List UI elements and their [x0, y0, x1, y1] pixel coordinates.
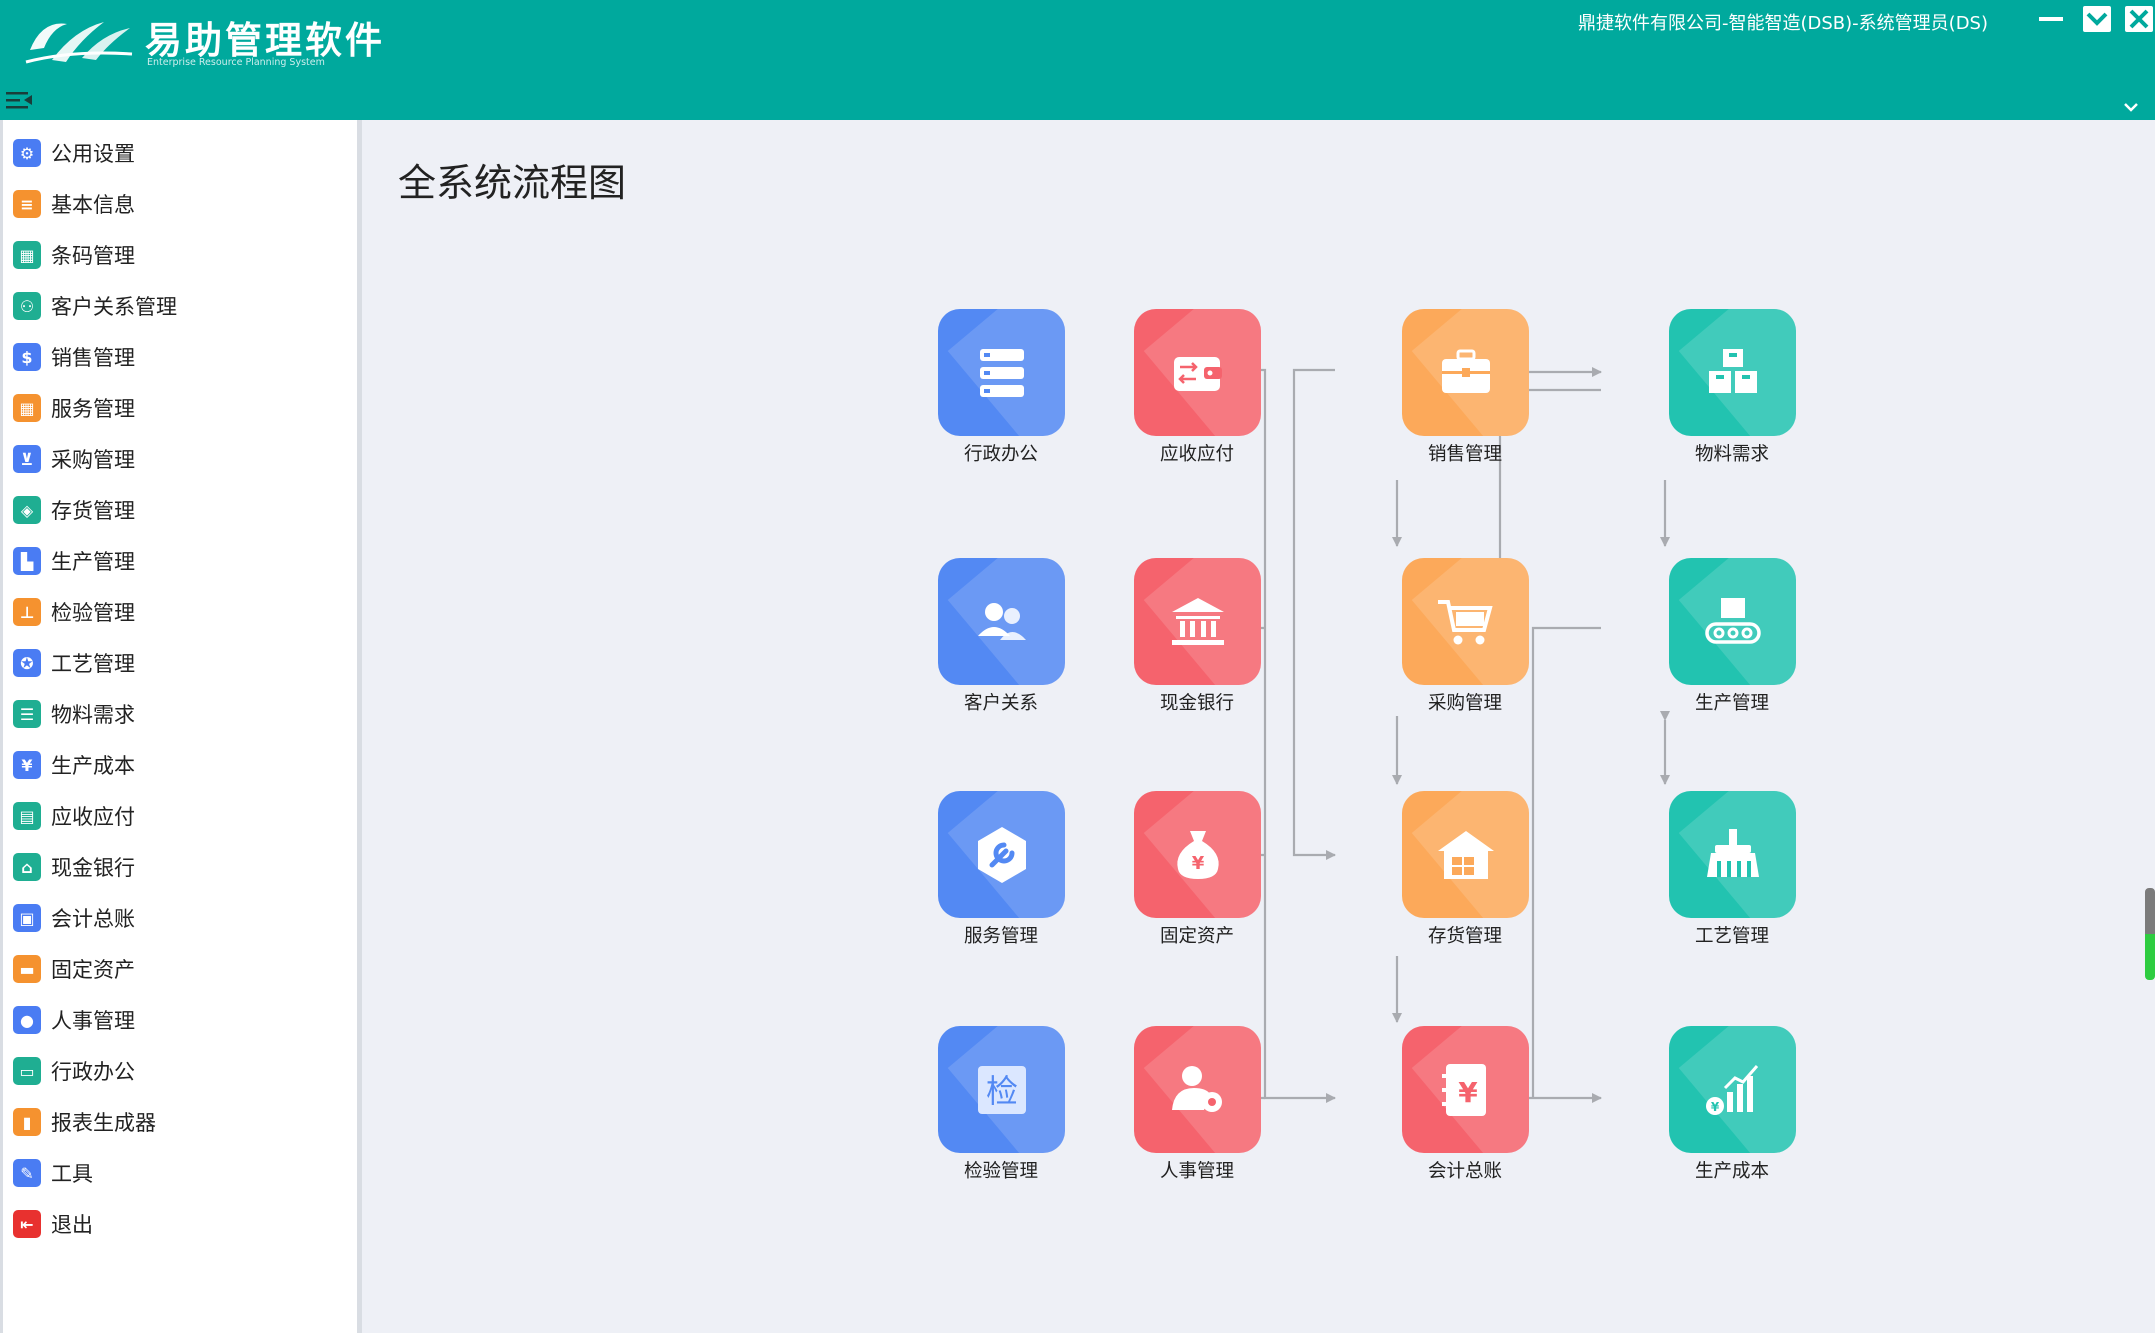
- module-label[interactable]: 工艺管理: [1632, 922, 1832, 948]
- conveyor-icon: [1701, 590, 1765, 654]
- scrollbar-thumb[interactable]: [2145, 888, 2155, 980]
- money-bag-icon: ¥: [1166, 823, 1230, 887]
- svg-text:¥: ¥: [1710, 1100, 1719, 1114]
- module-label[interactable]: 现金银行: [1097, 689, 1297, 715]
- bank-icon: [1166, 590, 1230, 654]
- warehouse-icon: [1434, 823, 1498, 887]
- wrench-hexagon-icon: [970, 823, 1034, 887]
- inspect-icon: 检: [970, 1058, 1034, 1122]
- module-label[interactable]: 服务管理: [901, 922, 1101, 948]
- module-label[interactable]: 固定资产: [1097, 922, 1297, 948]
- module-label[interactable]: 物料需求: [1632, 440, 1832, 466]
- module-label[interactable]: 应收应付: [1097, 440, 1297, 466]
- module-tile[interactable]: [938, 791, 1065, 918]
- cost-chart-icon: ¥: [1701, 1058, 1765, 1122]
- module-tile[interactable]: [938, 309, 1065, 436]
- module-tile[interactable]: ¥: [1669, 1026, 1796, 1153]
- people-icon: [970, 590, 1034, 654]
- module-label[interactable]: 客户关系: [901, 689, 1101, 715]
- module-label[interactable]: 人事管理: [1097, 1157, 1297, 1183]
- factory-icon: [1701, 823, 1765, 887]
- module-tile[interactable]: [1134, 309, 1261, 436]
- module-tile[interactable]: [1402, 558, 1529, 685]
- module-label[interactable]: 销售管理: [1365, 440, 1565, 466]
- module-tile[interactable]: [938, 558, 1065, 685]
- module-tile[interactable]: [1669, 309, 1796, 436]
- svg-text:¥: ¥: [1191, 853, 1204, 874]
- module-label[interactable]: 会计总账: [1365, 1157, 1565, 1183]
- module-label[interactable]: 生产管理: [1632, 689, 1832, 715]
- briefcase-icon: [1434, 341, 1498, 405]
- module-tile[interactable]: [1134, 558, 1261, 685]
- module-tile[interactable]: [1402, 309, 1529, 436]
- cart-icon: [1434, 590, 1498, 654]
- module-tile[interactable]: [1134, 1026, 1261, 1153]
- wallet-icon: [1166, 341, 1230, 405]
- module-tile[interactable]: [1669, 558, 1796, 685]
- server-stack-icon: [970, 341, 1034, 405]
- person-gear-icon: [1166, 1058, 1230, 1122]
- module-label[interactable]: 采购管理: [1365, 689, 1565, 715]
- module-label[interactable]: 存货管理: [1365, 922, 1565, 948]
- module-tile[interactable]: ¥: [1134, 791, 1261, 918]
- module-label[interactable]: 行政办公: [901, 440, 1101, 466]
- flow-connectors: [1195, 367, 1670, 1103]
- boxes-icon: [1701, 341, 1765, 405]
- module-label[interactable]: 检验管理: [901, 1157, 1101, 1183]
- svg-text:¥: ¥: [1458, 1076, 1478, 1109]
- module-tile[interactable]: ¥: [1402, 1026, 1529, 1153]
- module-tile[interactable]: 检: [938, 1026, 1065, 1153]
- module-label[interactable]: 生产成本: [1632, 1157, 1832, 1183]
- module-tile[interactable]: [1402, 791, 1529, 918]
- svg-text:检: 检: [985, 1072, 1017, 1110]
- module-tile[interactable]: [1669, 791, 1796, 918]
- ledger-yen-icon: ¥: [1434, 1058, 1498, 1122]
